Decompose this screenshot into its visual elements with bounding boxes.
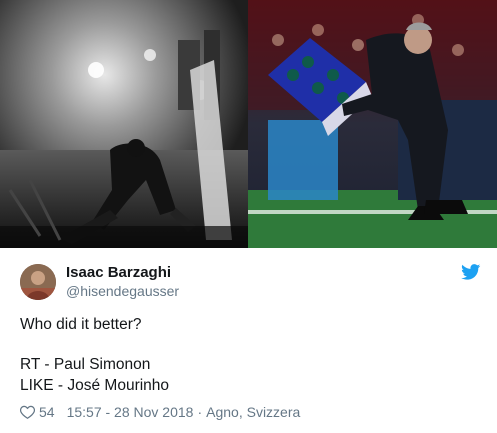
- like-count[interactable]: 54: [39, 404, 55, 420]
- photo-jose-mourinho[interactable]: [248, 0, 497, 248]
- meta-separator: ·: [197, 404, 203, 420]
- avatar[interactable]: [20, 264, 56, 300]
- tweet-media[interactable]: [0, 0, 497, 248]
- avatar-image: [20, 264, 56, 300]
- tweet-text-line-2: RT - Paul Simonon: [20, 356, 151, 373]
- twitter-bird-icon[interactable]: [461, 264, 481, 280]
- dugout-photo: [248, 0, 497, 248]
- photo-paul-simonon[interactable]: [0, 0, 248, 248]
- tweet-card: Isaac Barzaghi @hisendegausser Who did i…: [0, 248, 497, 433]
- tweet-timestamp[interactable]: 15:57 - 28 Nov 2018: [67, 404, 194, 420]
- author-handle[interactable]: @hisendegausser: [66, 283, 179, 299]
- author-name[interactable]: Isaac Barzaghi: [66, 264, 171, 281]
- tweet-text-line-3: LIKE - José Mourinho: [20, 377, 170, 394]
- tweet-meta: 54 15:57 - 28 Nov 2018 · Agno, Svizzera: [20, 403, 300, 421]
- heart-icon[interactable]: [20, 405, 35, 419]
- tweet-text-line-1: Who did it better?: [20, 316, 142, 333]
- tweet-location[interactable]: Agno, Svizzera: [206, 404, 300, 420]
- concert-photo: [0, 0, 248, 248]
